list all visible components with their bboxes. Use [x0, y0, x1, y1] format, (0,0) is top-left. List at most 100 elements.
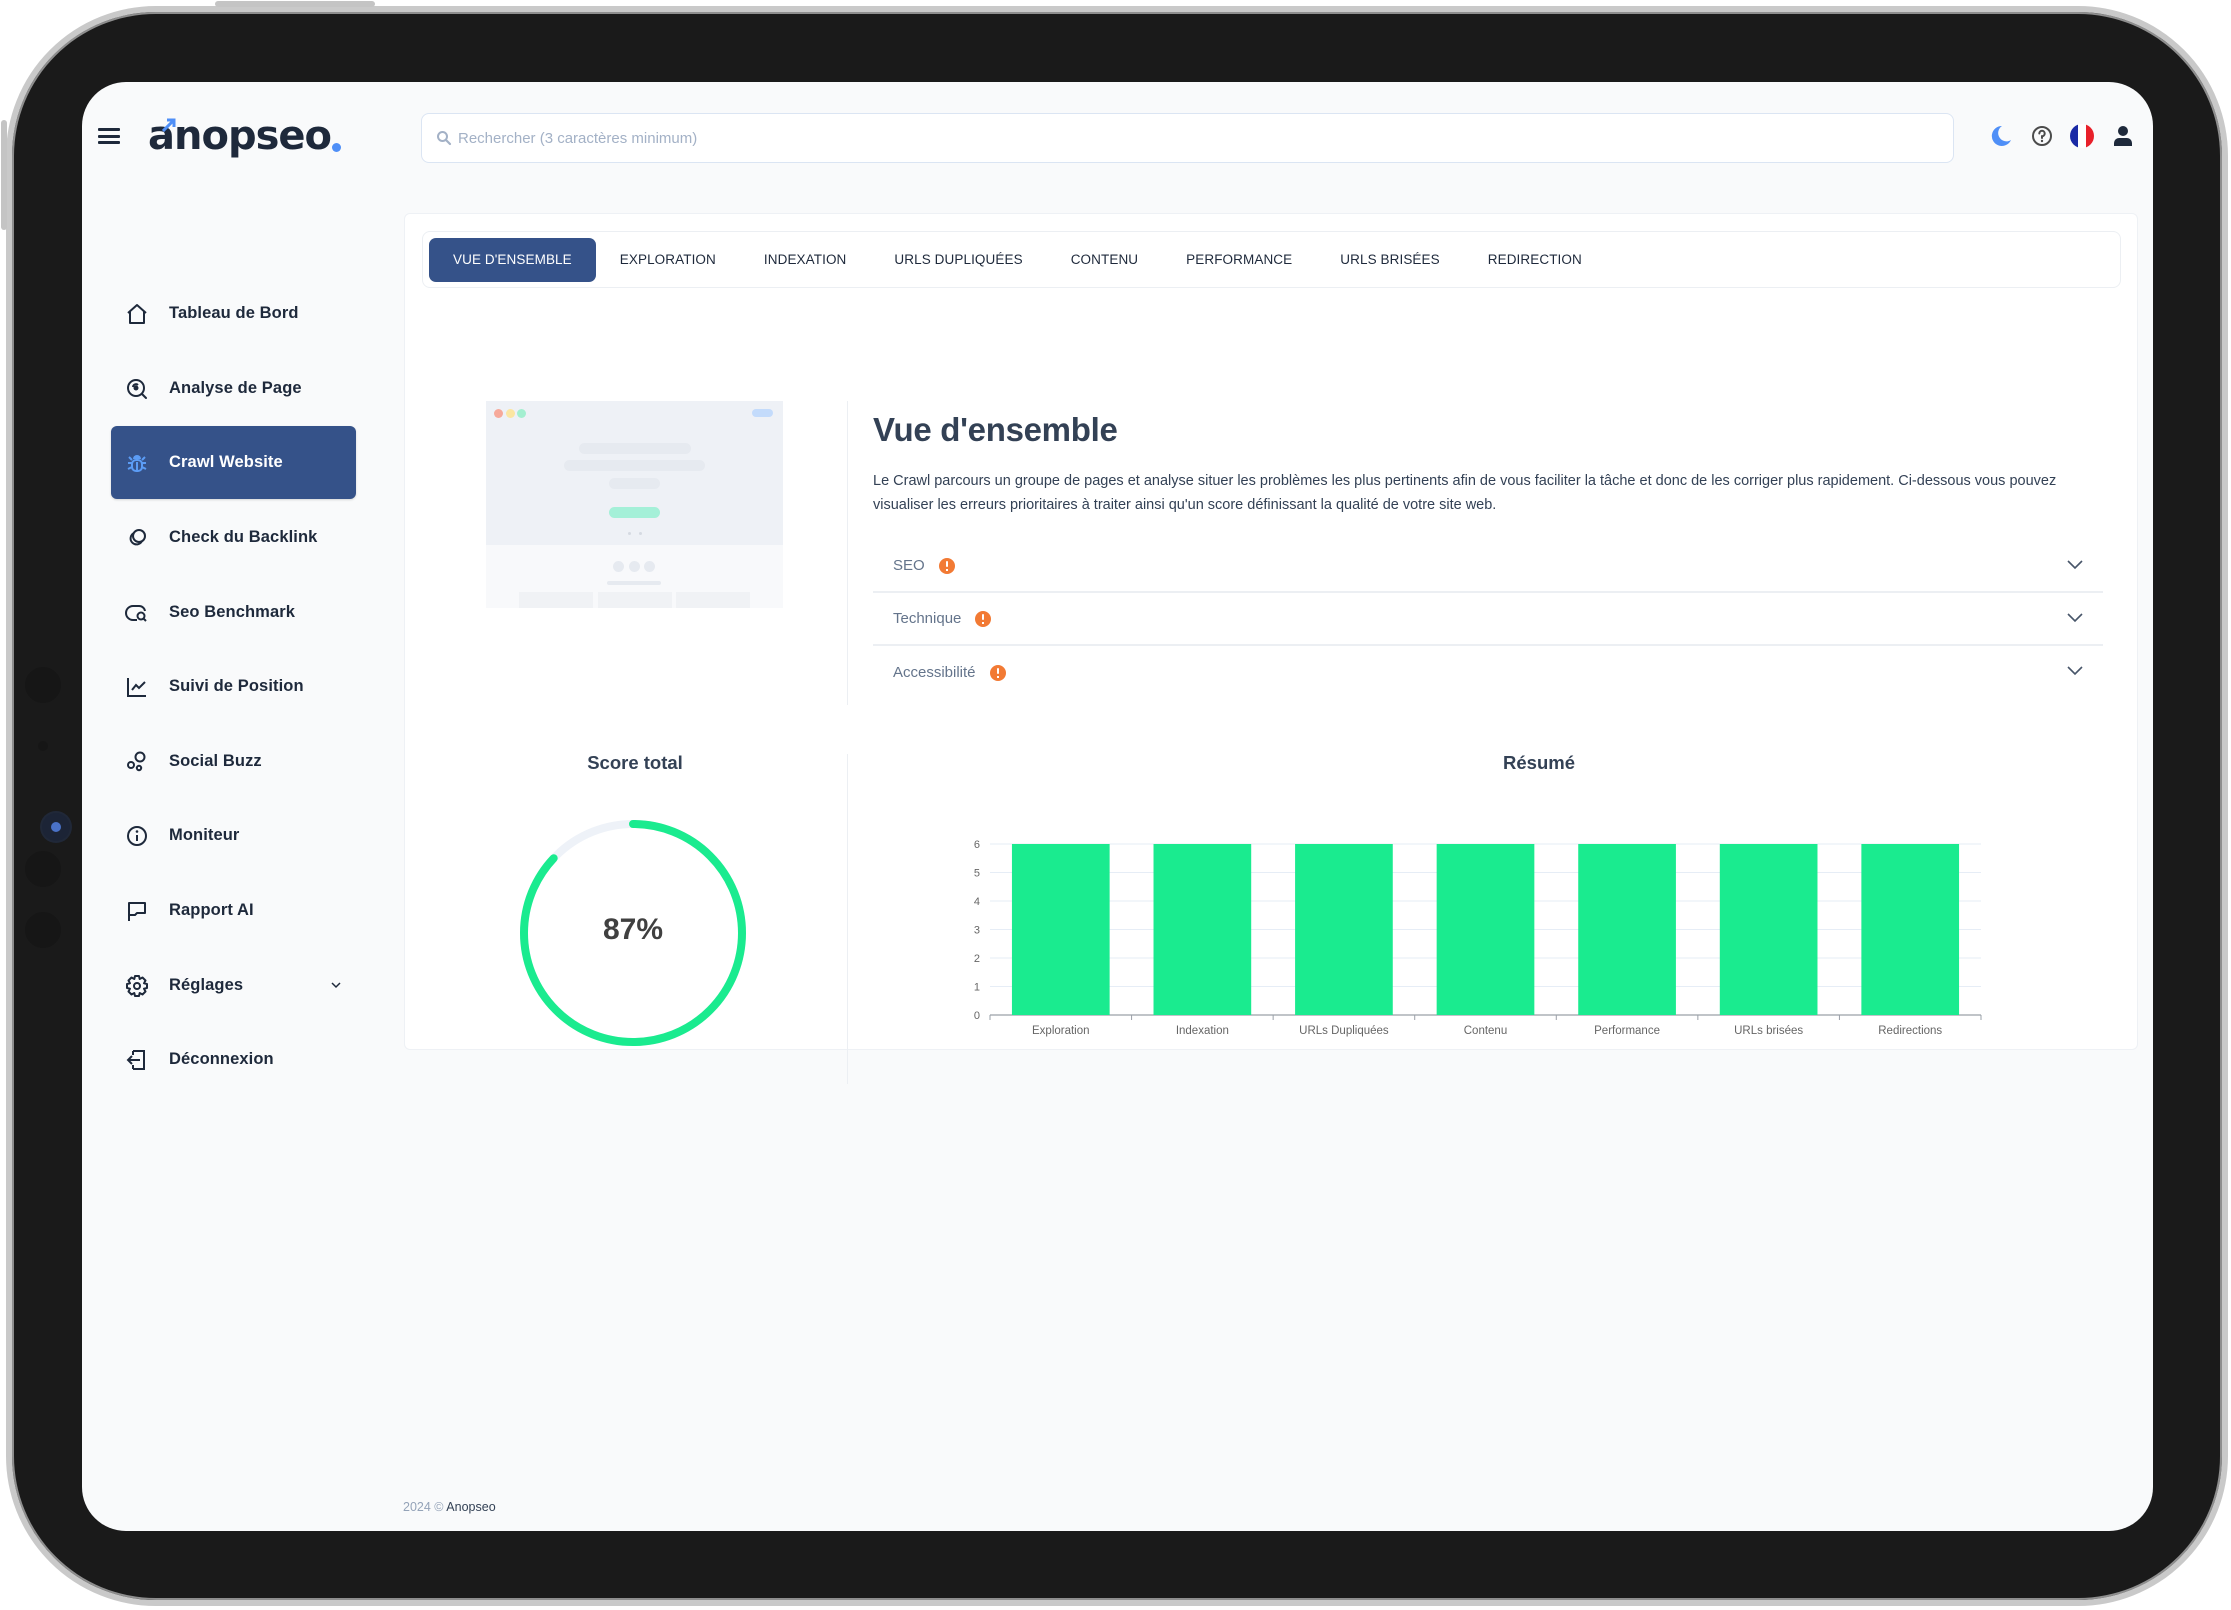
tab-urls-dupliquees[interactable]: URLS DUPLIQUÉES — [870, 238, 1046, 282]
front-camera — [42, 813, 70, 841]
sidebar-item-seo-benchmark[interactable]: Seo Benchmark — [111, 576, 356, 649]
device-sensor-small — [38, 741, 48, 751]
chat-search-icon — [125, 601, 149, 625]
device-button-side — [1, 120, 7, 230]
sidebar-item-reglages[interactable]: Réglages — [111, 949, 356, 1022]
sidebar-item-label: Suivi de Position — [169, 677, 304, 695]
flag-fr-icon[interactable] — [2069, 123, 2095, 149]
bar-contenu — [1436, 844, 1535, 1015]
chevron-down-icon[interactable] — [2067, 560, 2083, 570]
score-value: 87% — [602, 913, 664, 946]
vertical-divider — [847, 401, 848, 705]
sidebar-item-check-du-backlink[interactable]: Check du Backlink — [111, 501, 356, 574]
sidebar-item-label: Réglages — [169, 976, 244, 994]
user-icon[interactable] — [2110, 123, 2136, 149]
sidebar-item-label: Check du Backlink — [169, 528, 318, 546]
bar-redirections — [1861, 844, 1960, 1015]
sidebar-item-analyse-de-page[interactable]: Analyse de Page — [111, 352, 356, 425]
sidebar-item-social-buzz[interactable]: Social Buzz — [111, 725, 356, 798]
bar-urls-bris-es — [1719, 844, 1818, 1015]
tab-urls-brisees[interactable]: URLS BRISÉES — [1316, 238, 1463, 282]
accordion-seo[interactable]: SEO — [873, 540, 2103, 593]
sidebar-item-tableau-de-bord[interactable]: Tableau de Bord — [111, 277, 356, 350]
accordion-label: SEO — [893, 557, 925, 574]
score-title: Score total — [587, 752, 683, 773]
bar-performance — [1578, 844, 1676, 1015]
info-icon — [125, 824, 149, 848]
warning-icon — [989, 664, 1006, 681]
page-title: Vue d'ensemble — [873, 411, 1118, 448]
search-field[interactable] — [421, 113, 1954, 163]
overview-description: Le Crawl parcours un groupe de pages et … — [873, 473, 2057, 513]
sidebar-item-rapport-ai[interactable]: Rapport AI — [111, 874, 356, 947]
sidebar-item-label: Seo Benchmark — [169, 603, 296, 621]
tab-performance[interactable]: PERFORMANCE — [1162, 238, 1316, 282]
flag-icon — [125, 899, 149, 923]
accordion-accessibilite[interactable]: Accessibilité — [873, 646, 2103, 699]
warning-icon — [975, 610, 992, 627]
x-tick-label: Redirections — [1878, 1025, 1942, 1037]
footer-copyright: 2024 © — [403, 1500, 444, 1514]
sidebar-item-label: Crawl Website — [169, 453, 283, 471]
device-button-top-2 — [290, 1, 375, 7]
vertical-divider — [847, 754, 848, 1084]
device-sensor — [25, 912, 61, 948]
sidebar-item-label: Tableau de Bord — [169, 304, 299, 322]
home-icon — [125, 302, 149, 326]
sidebar-item-label: Rapport AI — [169, 901, 254, 919]
y-tick-label: 0 — [974, 1010, 980, 1022]
accordion-label: Technique — [893, 610, 962, 627]
x-tick-label: URLs Dupliquées — [1299, 1025, 1389, 1037]
tab-exploration[interactable]: EXPLORATION — [596, 238, 740, 282]
tab-vue-d-ensemble[interactable]: VUE D'ENSEMBLE — [429, 237, 596, 282]
chevron-down-icon[interactable] — [2067, 613, 2083, 623]
sidebar-item-label: Social Buzz — [169, 752, 262, 770]
x-tick-label: Performance — [1594, 1025, 1660, 1037]
bar-indexation — [1153, 844, 1252, 1015]
logout-icon — [125, 1048, 149, 1072]
y-tick-label: 5 — [974, 868, 980, 880]
y-tick-label: 1 — [974, 982, 980, 994]
sidebar-item-deconnexion[interactable]: Déconnexion — [111, 1023, 356, 1096]
sidebar-item-crawl-website[interactable]: Crawl Website — [111, 426, 356, 499]
website-preview-illustration — [486, 401, 783, 608]
gear-icon — [125, 974, 149, 998]
bug-icon — [125, 451, 149, 475]
page-analysis-icon — [125, 377, 149, 401]
device-sensor — [25, 667, 61, 703]
help-icon[interactable] — [2029, 123, 2055, 149]
x-tick-label: Indexation — [1176, 1025, 1229, 1037]
crawl-overview-card: VUE D'ENSEMBLE EXPLORATION INDEXATION UR… — [404, 213, 2138, 1084]
device-button-top-1 — [215, 1, 295, 7]
chevron-down-icon[interactable] — [330, 979, 342, 991]
device-sensor — [25, 851, 61, 887]
x-tick-label: Contenu — [1464, 1025, 1507, 1037]
bar-urls-dupliqu-es — [1295, 844, 1393, 1015]
y-tick-label: 3 — [974, 925, 980, 937]
app-screen: anopseo Tableau de Bord — [82, 82, 2153, 1531]
link-icon — [125, 526, 149, 550]
x-tick-label: URLs brisées — [1734, 1025, 1803, 1037]
chevron-down-icon[interactable] — [2067, 666, 2083, 676]
accordion-technique[interactable]: Technique — [873, 593, 2103, 646]
search-icon — [437, 131, 452, 146]
tab-bar: VUE D'ENSEMBLE EXPLORATION INDEXATION UR… — [422, 231, 2121, 288]
bar-exploration — [1011, 844, 1110, 1015]
tab-contenu[interactable]: CONTENU — [1047, 238, 1162, 282]
moon-icon[interactable] — [1988, 123, 2014, 149]
sidebar-item-moniteur[interactable]: Moniteur — [111, 799, 356, 872]
bubbles-icon — [125, 750, 149, 774]
warning-icon — [938, 557, 955, 574]
footer-brand[interactable]: Anopseo — [446, 1500, 495, 1514]
sidebar: Tableau de Bord Analyse de Page Crawl We… — [82, 82, 382, 1531]
footer: 2024 © Anopseo — [403, 1500, 496, 1514]
search-input[interactable] — [458, 129, 1953, 147]
sidebar-item-label: Moniteur — [169, 826, 240, 844]
tab-indexation[interactable]: INDEXATION — [740, 238, 871, 282]
y-tick-label: 2 — [974, 953, 980, 965]
sidebar-item-suivi-de-position[interactable]: Suivi de Position — [111, 650, 356, 723]
tab-redirection[interactable]: REDIRECTION — [1464, 238, 1606, 282]
line-chart-icon — [125, 675, 149, 699]
sidebar-item-label: Déconnexion — [169, 1050, 274, 1068]
accordion-label: Accessibilité — [893, 664, 976, 681]
